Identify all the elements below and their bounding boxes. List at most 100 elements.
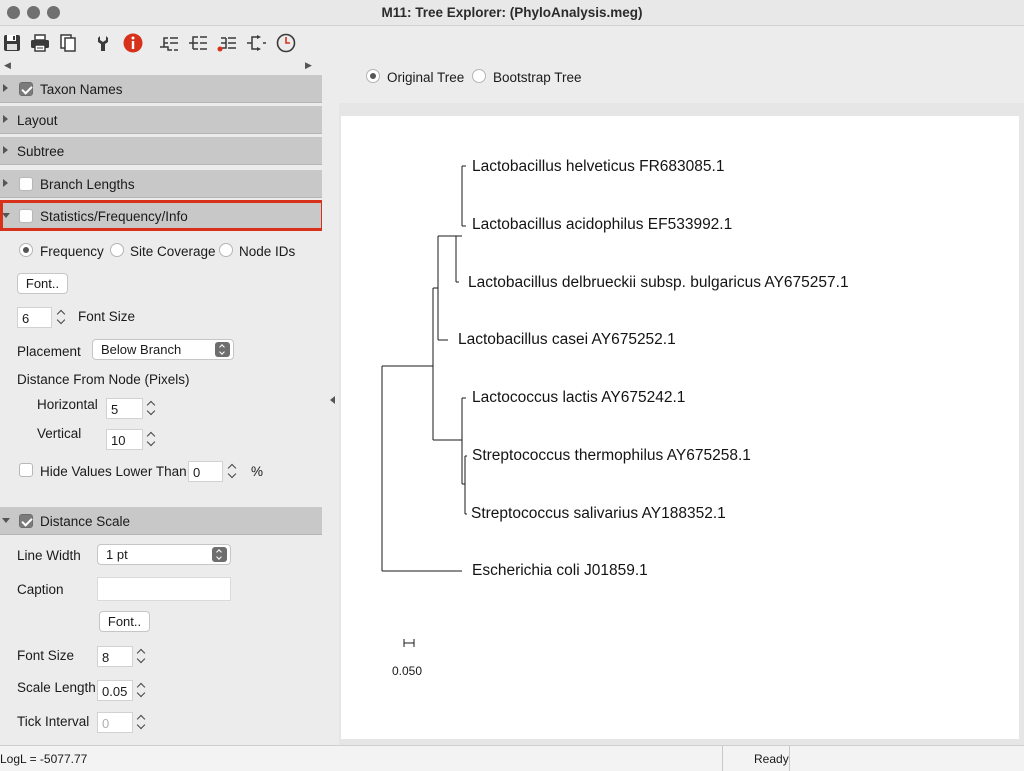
print-icon[interactable] (28, 31, 52, 55)
scale-font-size-label: Font Size (17, 648, 75, 663)
collapsed-arrow-icon[interactable] (3, 179, 8, 187)
percent-unit-label: % (251, 464, 264, 479)
collapsed-arrow-icon[interactable] (3, 84, 8, 92)
ready-status: Ready (754, 752, 789, 766)
frequency-radio[interactable] (19, 243, 33, 257)
section-taxon-names[interactable]: Taxon Names (0, 75, 322, 103)
scale-font-size-stepper[interactable] (136, 646, 149, 667)
options-panel: ◀ ▶ Taxon Names Layout Subtree Branch Le… (0, 59, 322, 745)
horizontal-input[interactable]: 5 (106, 398, 143, 419)
placement-value: Below Branch (101, 342, 182, 357)
frequency-label: Frequency (40, 244, 104, 259)
taxon-label[interactable]: Lactobacillus casei AY675252.1 (458, 331, 676, 349)
status-divider (722, 746, 723, 771)
hide-values-input[interactable]: 0 (188, 461, 223, 482)
flip-icon[interactable] (244, 31, 268, 55)
placement-label: Placement (17, 344, 81, 359)
collapse-left-icon[interactable] (330, 396, 335, 404)
section-label: Subtree (17, 144, 65, 159)
taxon-label[interactable]: Escherichia coli J01859.1 (472, 562, 648, 580)
tree-canvas[interactable]: Lactobacillus helveticus FR683085.1 Lact… (341, 116, 1019, 739)
hide-values-label: Hide Values Lower Than (40, 464, 187, 479)
collapsed-arrow-icon[interactable] (3, 115, 8, 123)
line-width-select[interactable]: 1 pt (97, 544, 231, 565)
caption-label: Caption (17, 582, 64, 597)
tick-interval-input[interactable]: 0 (97, 712, 133, 733)
highlight-box (0, 200, 322, 231)
options-icon[interactable] (92, 31, 116, 55)
logl-status: LogL = -5077.77 (0, 752, 88, 766)
section-label: Taxon Names (40, 82, 123, 97)
phylogenetic-tree-icon (381, 165, 467, 647)
taxon-label[interactable]: Lactobacillus acidophilus EF533992.1 (472, 216, 732, 234)
horizontal-label: Horizontal (37, 397, 98, 412)
caption-input[interactable] (97, 577, 231, 601)
vertical-input[interactable]: 10 (106, 429, 143, 450)
section-branch-lengths[interactable]: Branch Lengths (0, 170, 322, 198)
line-width-label: Line Width (17, 548, 81, 563)
scroll-left-icon[interactable]: ◀ (4, 60, 11, 71)
original-tree-label: Original Tree (387, 70, 465, 85)
expanded-arrow-icon[interactable] (2, 518, 10, 523)
bootstrap-tree-radio[interactable] (472, 69, 486, 83)
placement-select[interactable]: Below Branch (92, 339, 234, 360)
tree-layout-icon[interactable] (157, 31, 181, 55)
horizontal-scroll-strip[interactable]: ◀ ▶ (0, 59, 322, 72)
scale-font-button[interactable]: Font.. (99, 611, 150, 632)
vertical-stepper[interactable] (146, 429, 159, 450)
status-divider (789, 746, 790, 771)
tree-align-icon[interactable] (186, 31, 210, 55)
site-coverage-radio[interactable] (110, 243, 124, 257)
section-label: Layout (17, 113, 58, 128)
tree-view-toggle: Original Tree Bootstrap Tree (339, 59, 1024, 97)
taxon-label[interactable]: Streptococcus salivarius AY188352.1 (471, 505, 726, 523)
section-layout[interactable]: Layout (0, 106, 322, 134)
collapsed-arrow-icon[interactable] (3, 146, 8, 154)
taxon-names-checkbox[interactable] (19, 82, 33, 96)
panel-splitter[interactable] (322, 59, 339, 745)
scale-length-input[interactable]: 0.05 (97, 680, 133, 701)
tree-rooted-icon[interactable] (215, 31, 239, 55)
section-label: Branch Lengths (40, 177, 135, 192)
stats-font-button[interactable]: Font.. (17, 273, 68, 294)
scale-bar-label: 0.050 (392, 664, 423, 678)
distance-scale-checkbox[interactable] (19, 514, 33, 528)
section-distance-scale[interactable]: Distance Scale (0, 507, 322, 535)
scale-length-label: Scale Length (17, 680, 96, 695)
site-coverage-label: Site Coverage (130, 244, 216, 259)
distance-from-node-label: Distance From Node (Pixels) (17, 372, 190, 387)
branch-lengths-checkbox[interactable] (19, 177, 33, 191)
bootstrap-tree-label: Bootstrap Tree (493, 70, 582, 85)
section-label: Distance Scale (40, 514, 131, 529)
save-icon[interactable] (0, 31, 24, 55)
info-icon[interactable] (121, 31, 145, 55)
tick-interval-stepper[interactable] (136, 712, 149, 733)
window-title: M11: Tree Explorer: (PhyloAnalysis.meg) (381, 5, 643, 20)
stats-font-size-stepper[interactable] (56, 307, 69, 328)
scale-font-size-input[interactable]: 8 (97, 646, 133, 667)
stats-font-size-label: Font Size (78, 309, 136, 324)
node-ids-radio[interactable] (219, 243, 233, 257)
taxon-label[interactable]: Streptococcus thermophilus AY675258.1 (472, 447, 751, 465)
status-bar: LogL = -5077.77 Ready (0, 745, 1024, 771)
taxon-label[interactable]: Lactobacillus helveticus FR683085.1 (472, 158, 724, 176)
chevron-updown-icon (215, 342, 230, 357)
hide-values-stepper[interactable] (227, 461, 240, 482)
toolbar (0, 27, 1024, 59)
scroll-right-icon[interactable]: ▶ (305, 60, 312, 71)
original-tree-radio[interactable] (366, 69, 380, 83)
copy-icon[interactable] (56, 31, 80, 55)
section-subtree[interactable]: Subtree (0, 137, 322, 165)
hide-values-checkbox[interactable] (19, 463, 33, 477)
vertical-label: Vertical (37, 426, 82, 441)
timer-icon[interactable] (274, 31, 298, 55)
line-width-value: 1 pt (106, 547, 128, 562)
title-bar: M11: Tree Explorer: (PhyloAnalysis.meg) (0, 0, 1024, 26)
taxon-label[interactable]: Lactobacillus delbrueckii subsp. bulgari… (468, 274, 849, 292)
horizontal-stepper[interactable] (146, 398, 159, 419)
stats-font-size-input[interactable]: 6 (17, 307, 52, 328)
taxon-label[interactable]: Lactococcus lactis AY675242.1 (472, 389, 685, 407)
tick-interval-label: Tick Interval (17, 714, 90, 729)
node-ids-label: Node IDs (239, 244, 296, 259)
scale-length-stepper[interactable] (136, 680, 149, 701)
